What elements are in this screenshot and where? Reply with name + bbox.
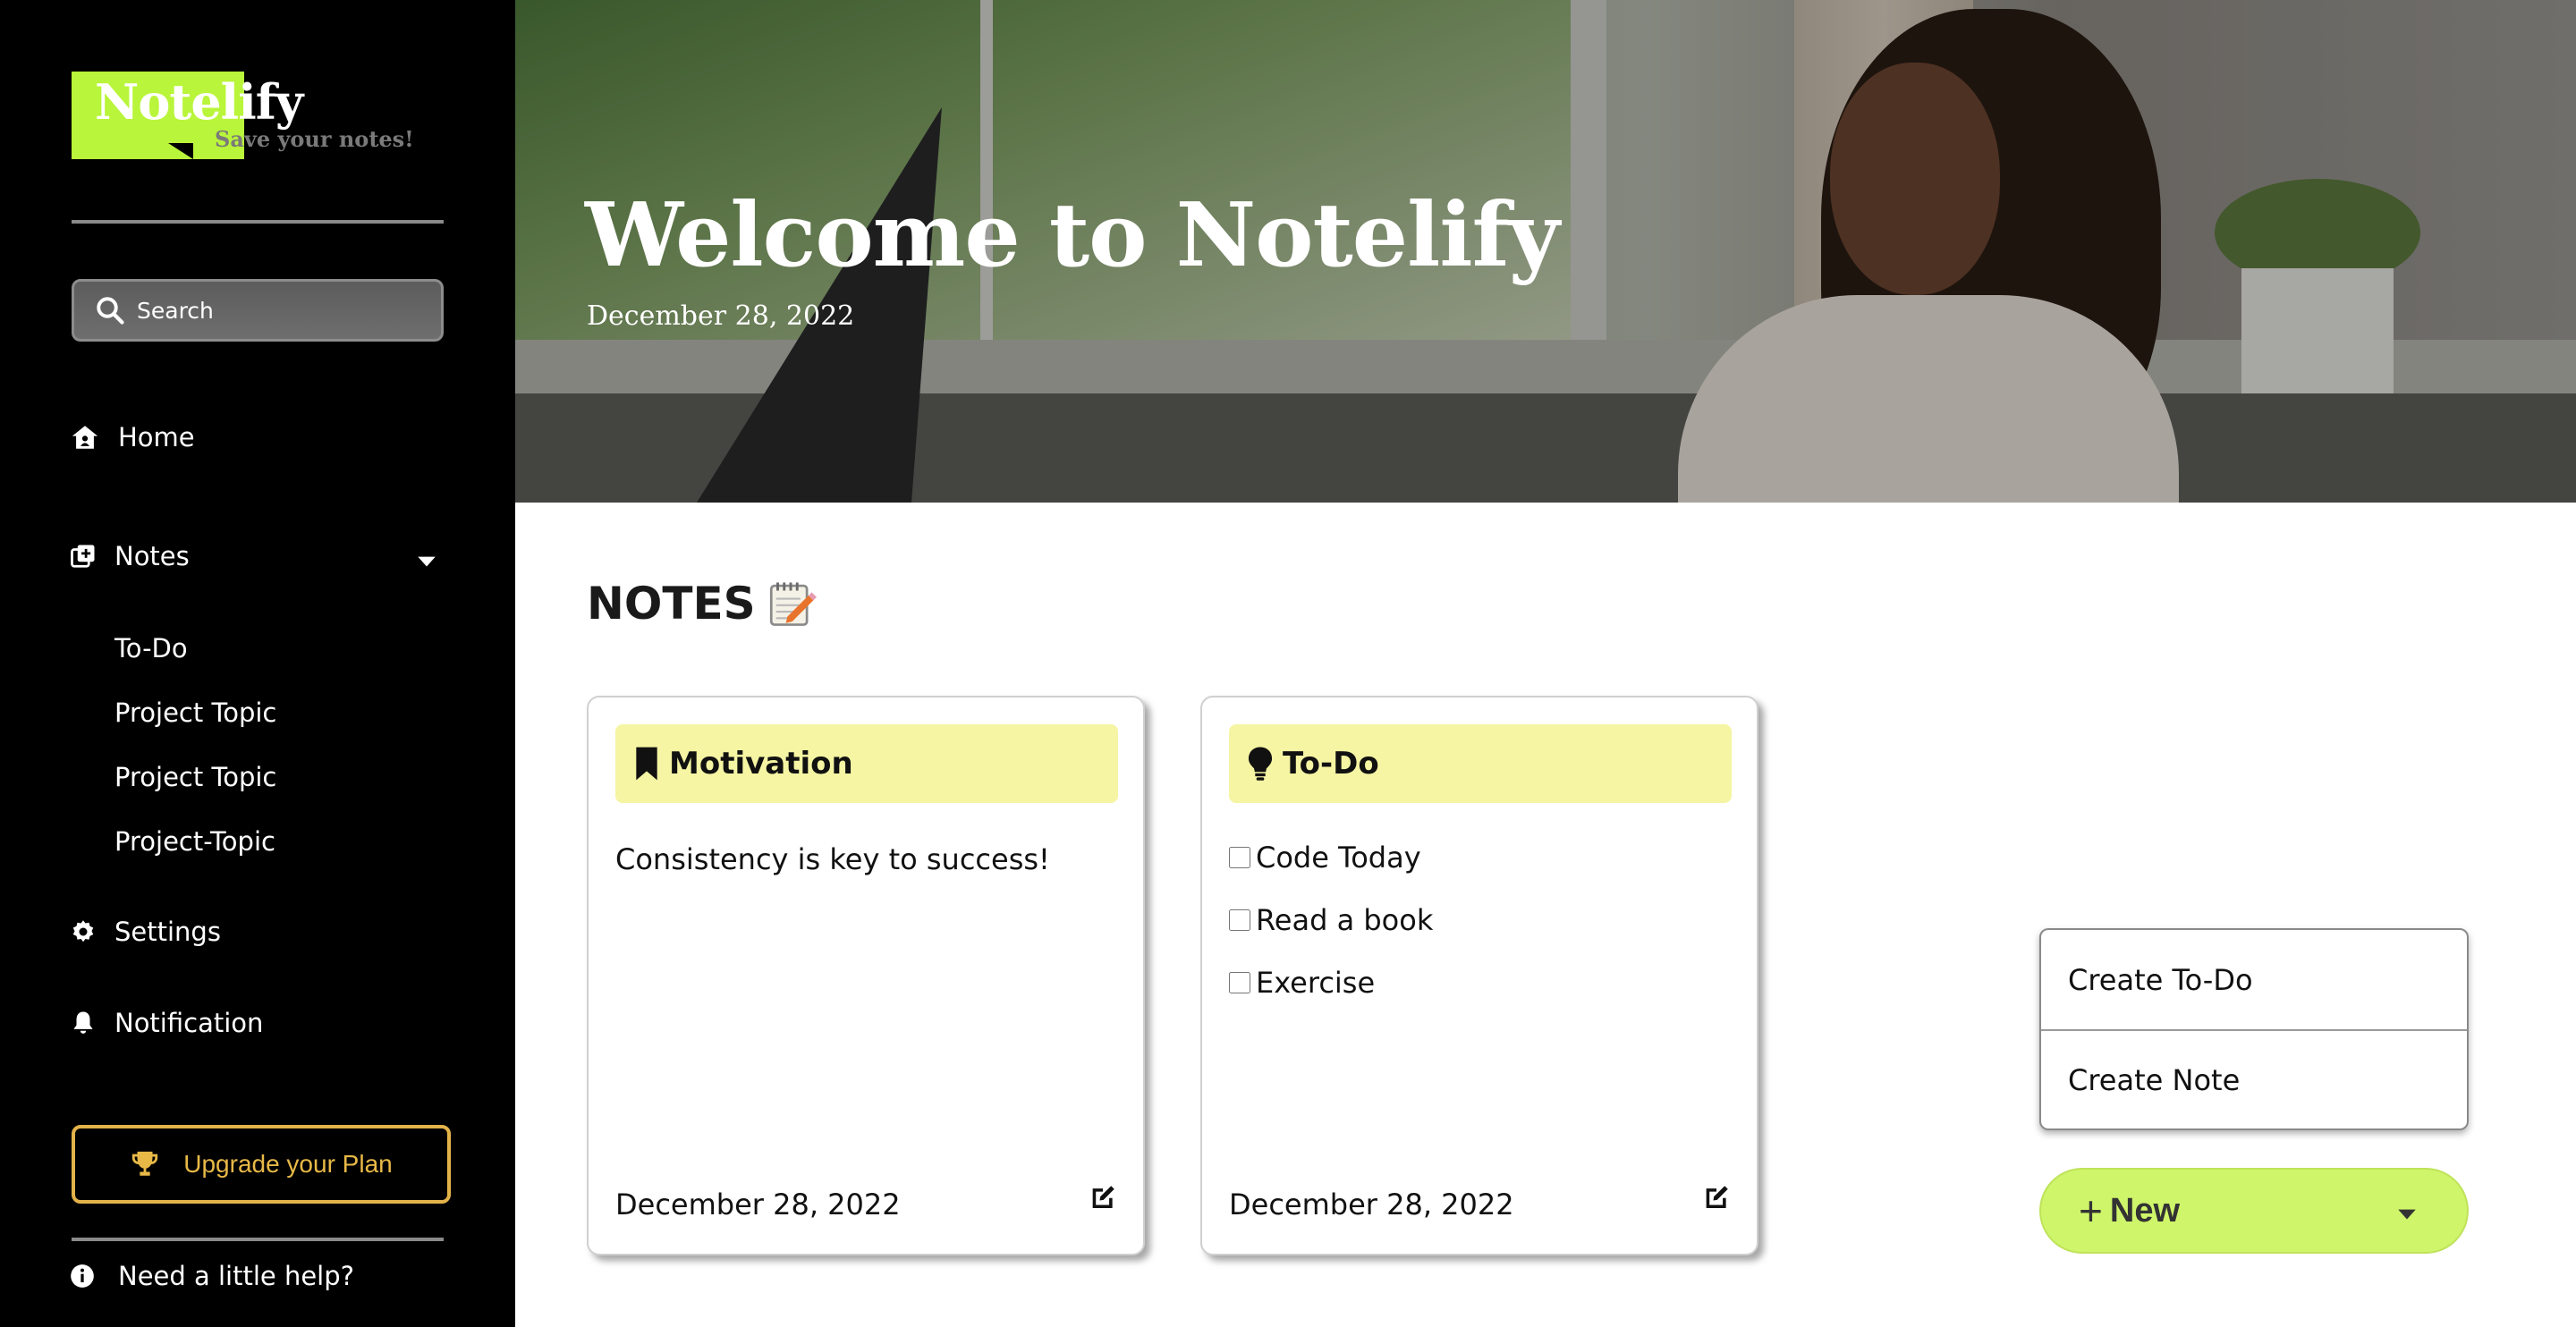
menu-item-create-todo[interactable]: Create To-Do	[2041, 930, 2467, 1029]
new-button[interactable]: + New	[2039, 1168, 2469, 1254]
todo-label: Read a book	[1256, 903, 1434, 937]
nav-notification[interactable]: Notification	[70, 1008, 263, 1038]
search-icon	[97, 297, 124, 325]
upgrade-plan-label: Upgrade your Plan	[183, 1150, 393, 1178]
trophy-icon	[132, 1151, 158, 1176]
note-card-motivation[interactable]: Motivation Consistency is key to success…	[587, 696, 1145, 1255]
todo-item[interactable]: Read a book	[1229, 889, 1433, 951]
card-header: Motivation	[615, 724, 1118, 803]
search-box[interactable]	[72, 279, 444, 342]
nav-home[interactable]: Home	[70, 422, 195, 452]
sidebar-sub-todo[interactable]: To-Do	[114, 633, 188, 664]
nav-settings-label: Settings	[114, 917, 221, 947]
help-label: Need a little help?	[118, 1261, 355, 1291]
nav-notification-label: Notification	[114, 1008, 264, 1038]
nav-settings[interactable]: Settings	[70, 917, 221, 947]
logo-fold	[168, 143, 193, 159]
nav-notes-label: Notes	[114, 541, 190, 571]
edit-icon[interactable]	[1701, 1182, 1732, 1213]
nav-home-label: Home	[118, 422, 195, 452]
chevron-down-icon[interactable]	[415, 549, 438, 572]
card-body: Consistency is key to success!	[615, 842, 1050, 876]
todo-item[interactable]: Exercise	[1229, 951, 1433, 1014]
card-title: To-Do	[1283, 746, 1379, 782]
card-date: December 28, 2022	[615, 1188, 901, 1221]
bookmark-icon	[636, 747, 657, 781]
todo-checkbox[interactable]	[1229, 847, 1250, 868]
logo-tagline: Save your notes!	[215, 126, 414, 152]
hero-title: Welcome to Notelify	[585, 184, 1560, 287]
logo-text[interactable]: Notelify	[95, 73, 303, 131]
todo-item[interactable]: Code Today	[1229, 826, 1433, 889]
gear-icon	[72, 920, 94, 942]
new-dropdown-menu: Create To-Do Create Note	[2039, 928, 2469, 1130]
card-header: To-Do	[1229, 724, 1732, 803]
notes-section-label: NOTES	[587, 578, 756, 630]
nav-notes[interactable]: Notes	[70, 541, 190, 571]
todo-checkbox[interactable]	[1229, 909, 1250, 931]
search-input[interactable]	[135, 296, 407, 325]
todo-checkbox[interactable]	[1229, 972, 1250, 993]
divider	[72, 220, 444, 224]
new-button-label: New	[2109, 1191, 2181, 1230]
upgrade-plan-button[interactable]: Upgrade your Plan	[72, 1125, 451, 1204]
sidebar-sub-project-topic-2[interactable]: Project Topic	[114, 762, 276, 792]
sidebar: Notelify Save your notes! Home Notes To-…	[0, 0, 515, 1327]
note-card-todo[interactable]: To-Do Code Today Read a book Exercise De…	[1200, 696, 1758, 1255]
todo-label: Exercise	[1256, 966, 1376, 1000]
bell-icon	[73, 1011, 93, 1034]
card-date: December 28, 2022	[1229, 1188, 1514, 1221]
card-title: Motivation	[669, 746, 853, 782]
todo-label: Code Today	[1256, 841, 1421, 875]
chevron-down-icon[interactable]	[2395, 1202, 2419, 1225]
home-icon	[72, 426, 98, 449]
divider	[72, 1238, 444, 1241]
info-icon	[71, 1264, 94, 1288]
menu-item-create-note[interactable]: Create Note	[2041, 1029, 2467, 1128]
edit-icon[interactable]	[1088, 1182, 1118, 1213]
sidebar-sub-project-topic-3[interactable]: Project-Topic	[114, 826, 275, 857]
todo-list: Code Today Read a book Exercise	[1229, 841, 1433, 1030]
notes-icon	[71, 545, 95, 568]
plus-icon: +	[2079, 1188, 2103, 1234]
lightbulb-icon	[1248, 747, 1273, 781]
memo-icon	[769, 582, 817, 626]
notes-section-title: NOTES	[587, 578, 817, 630]
hero-date: December 28, 2022	[587, 300, 855, 332]
sidebar-sub-project-topic-1[interactable]: Project Topic	[114, 697, 276, 728]
help-link[interactable]: Need a little help?	[70, 1261, 354, 1291]
hero-banner: Welcome to Notelify December 28, 2022	[515, 0, 2576, 503]
